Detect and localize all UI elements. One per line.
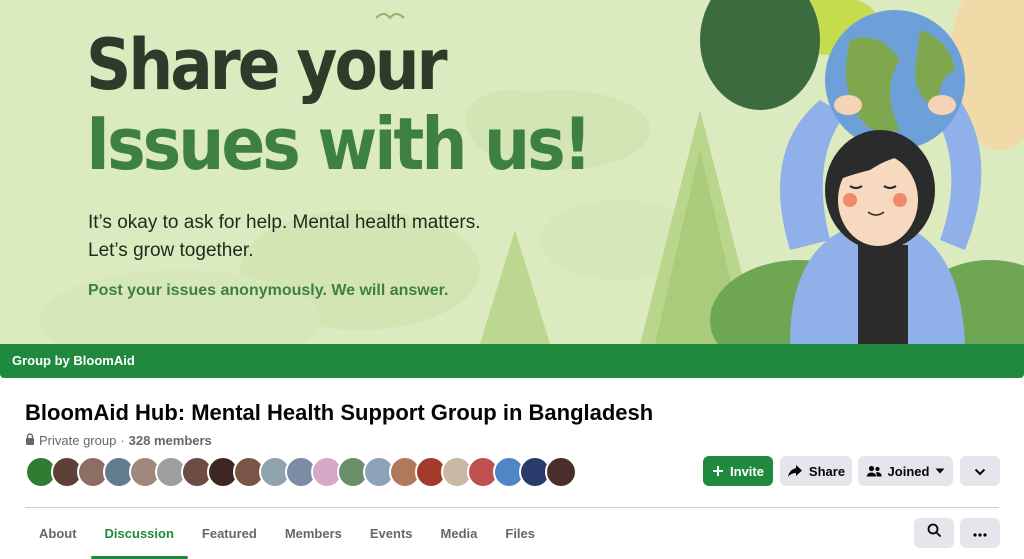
cover-photo[interactable]: Share your Issues with us! It’s okay to … — [0, 0, 1024, 344]
member-avatars — [25, 456, 577, 488]
tab-files[interactable]: Files — [491, 512, 549, 554]
group-title[interactable]: BloomAid Hub: Mental Health Support Grou… — [25, 400, 653, 426]
group-tabs: About Discussion Featured Members Events Medi… — [25, 512, 549, 559]
cover-headline-line2: Issues with us! — [86, 102, 592, 186]
tab-featured[interactable]: Featured — [188, 512, 271, 554]
tab-about[interactable]: About — [25, 512, 91, 554]
tab-events[interactable]: Events — [356, 512, 427, 554]
chevron-down-icon — [974, 464, 986, 479]
share-label: Share — [808, 463, 846, 479]
share-arrow-icon — [787, 464, 803, 478]
collapse-header-button[interactable] — [960, 456, 1000, 486]
header-divider — [25, 507, 999, 508]
people-icon — [866, 465, 882, 477]
group-meta: Private group · 328 members — [25, 433, 212, 448]
tab-members[interactable]: Members — [271, 512, 356, 554]
joined-button[interactable]: Joined — [858, 456, 953, 486]
share-button[interactable]: Share — [780, 456, 852, 486]
cover-subtext-line1: It’s okay to ask for help. Mental health… — [88, 212, 481, 233]
tab-discussion[interactable]: Discussion — [90, 512, 189, 559]
search-group-button[interactable] — [914, 518, 954, 548]
meta-separator: · — [120, 433, 125, 448]
group-by-bar: Group by BloomAid — [0, 344, 1024, 378]
group-by-label[interactable]: Group by BloomAid — [12, 353, 135, 368]
member-avatar[interactable] — [545, 456, 577, 488]
cover-cta-text: Post your issues anonymously. We will an… — [88, 282, 449, 299]
more-options-button[interactable] — [960, 518, 1000, 548]
caret-down-icon — [935, 468, 945, 474]
ellipsis-icon — [973, 524, 987, 542]
joined-label: Joined — [887, 463, 930, 479]
cover-headline-line1: Share your — [86, 24, 448, 106]
privacy-label: Private group — [39, 433, 117, 448]
invite-button[interactable]: Invite — [703, 456, 773, 486]
tab-media[interactable]: Media — [427, 512, 492, 554]
search-icon — [927, 523, 942, 543]
cover-subtext-line2: Let’s grow together. — [88, 240, 254, 261]
lock-icon — [25, 433, 35, 448]
invite-label: Invite — [730, 463, 764, 479]
member-count-link[interactable]: 328 members — [129, 433, 212, 448]
plus-icon — [712, 465, 724, 477]
